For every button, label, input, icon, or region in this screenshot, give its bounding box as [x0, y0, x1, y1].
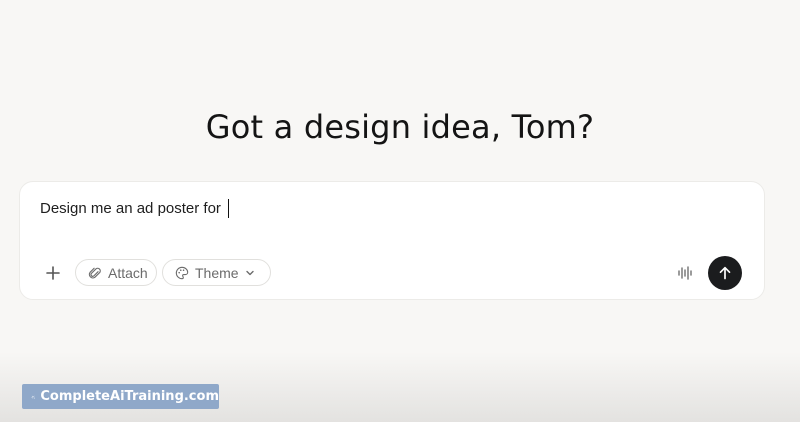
- add-button[interactable]: [42, 262, 64, 284]
- page-title: Got a design idea, Tom?: [205, 108, 595, 146]
- waveform-icon: [678, 266, 692, 280]
- attach-button[interactable]: Attach: [75, 259, 157, 286]
- arrow-up-icon: [719, 266, 731, 280]
- watermark-badge: CompleteAiTraining.com: [22, 384, 219, 409]
- paperclip-icon: [88, 267, 101, 278]
- theme-label: Theme: [195, 264, 239, 281]
- watermark-text: CompleteAiTraining.com: [40, 389, 219, 404]
- text-caret: [228, 199, 230, 218]
- prompt-input-value: Design me an ad poster for: [40, 200, 226, 217]
- send-button[interactable]: [708, 256, 742, 290]
- voice-input-button[interactable]: [675, 263, 695, 283]
- attach-label: Attach: [108, 264, 148, 281]
- watermark-logo-icon: [31, 395, 35, 399]
- theme-button[interactable]: Theme: [162, 259, 271, 286]
- chevron-down-icon: [245, 270, 254, 275]
- prompt-composer: Design me an ad poster for Attach Theme: [19, 181, 765, 300]
- prompt-input[interactable]: Design me an ad poster for: [40, 199, 230, 218]
- plus-icon: [46, 266, 60, 280]
- palette-icon: [175, 266, 189, 279]
